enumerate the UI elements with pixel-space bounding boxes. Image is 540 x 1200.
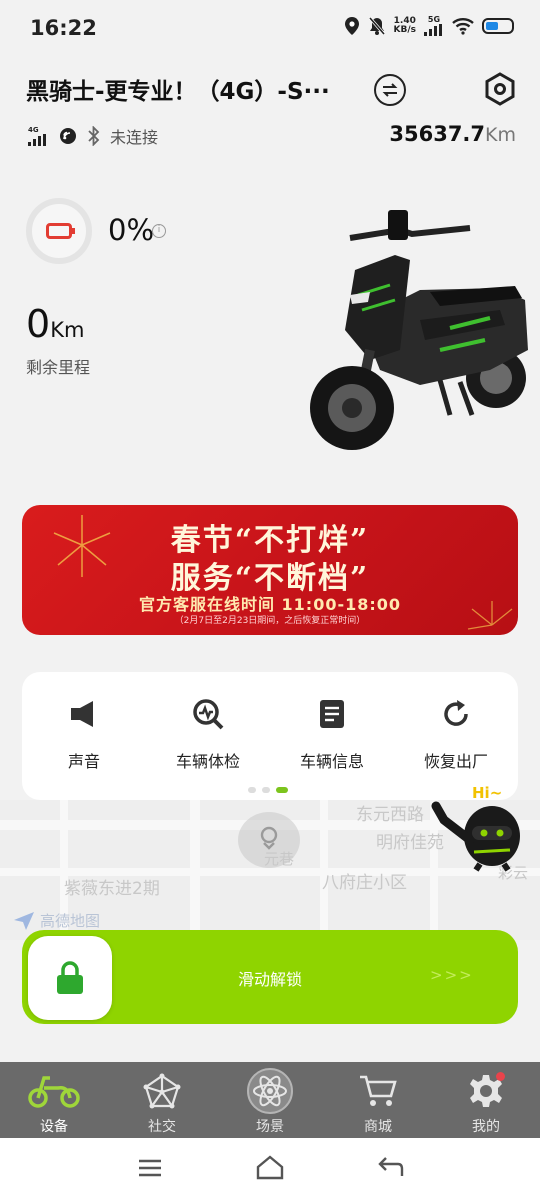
action-label: 恢复出厂 [423, 752, 488, 771]
net-speed: 1.40 KB/s [394, 17, 416, 35]
nav-item-device[interactable]: 设备 [0, 1070, 108, 1136]
nav-item-social[interactable]: 社交 [108, 1070, 216, 1136]
remaining-range: 0Km [26, 302, 84, 346]
switch-device-button[interactable] [374, 74, 406, 106]
unlock-slider-handle[interactable] [28, 936, 112, 1020]
battery-low-icon [46, 223, 75, 239]
phone-battery-icon [482, 18, 514, 34]
slider-arrows: >>> [430, 966, 474, 984]
checkup-icon [193, 699, 224, 730]
bottom-nav: 设备 社交 场景 商城 我的 [0, 1062, 540, 1138]
connection-status: 未连接 [110, 128, 159, 147]
gps-signal-icon [60, 128, 76, 144]
cellular-signal-icon [28, 133, 46, 146]
document-icon [320, 700, 344, 728]
nav-label: 社交 [148, 1119, 176, 1135]
mascot-greeting: Hi~ [472, 784, 502, 802]
page-dot [262, 787, 270, 793]
network-type: 5G [427, 15, 441, 24]
info-icon[interactable]: i [152, 224, 166, 238]
page-indicator [248, 787, 288, 793]
vehicle-settings-button[interactable] [484, 72, 516, 106]
odometer: 35637.7Km [389, 122, 516, 146]
amap-logo-icon [14, 912, 34, 930]
range-value: 0 [26, 302, 51, 346]
map-label-bafu: 八府庄小区 [322, 873, 407, 893]
switch-icon [382, 83, 398, 97]
back-icon[interactable] [378, 1156, 404, 1178]
location-icon [344, 17, 359, 35]
nav-item-mall[interactable]: 商城 [324, 1070, 432, 1136]
cellular-5g: 5G [424, 16, 444, 36]
status-icons: 1.40 KB/s 5G [344, 16, 514, 36]
wifi-icon [452, 18, 474, 35]
range-label: 剩余里程 [26, 358, 91, 377]
map-label-ziwei: 紫薇东进2期 [64, 879, 160, 899]
nav-label: 场景 [256, 1119, 284, 1135]
net-speed-unit: KB/s [393, 25, 416, 35]
scooter-image [310, 210, 528, 450]
menu-icon[interactable] [138, 1158, 162, 1178]
range-unit: Km [50, 318, 85, 342]
promo-banner[interactable]: 春节“不打烊” 服务“不断档” 官方客服在线时间 11:00-18:00 （2月… [22, 505, 518, 635]
nav-item-scene[interactable]: 场景 [216, 1068, 324, 1136]
system-nav-bar [0, 1138, 540, 1200]
map-location-marker[interactable] [238, 812, 300, 868]
action-sound[interactable]: 声音 [22, 696, 146, 772]
action-factory-reset[interactable]: 恢复出厂 [394, 696, 518, 772]
map-attribution: 高德地图 [40, 912, 101, 930]
status-time: 16:22 [30, 16, 97, 40]
scooter-icon [28, 1076, 80, 1108]
restore-icon [444, 700, 468, 726]
battery-percent: 0% [108, 213, 155, 247]
speaker-icon [71, 701, 93, 727]
atom-icon [247, 1068, 293, 1114]
device-title[interactable]: 黑骑士-更专业！（4G）-S··· [26, 72, 366, 106]
map-label-road: 东元西路 [356, 805, 424, 825]
mute-icon [368, 17, 385, 35]
cart-icon [360, 1075, 397, 1106]
page-dot-active [276, 787, 288, 793]
odometer-value: 35637.7 [389, 122, 486, 146]
location-pin-icon [260, 826, 278, 850]
hexagon-settings-icon [485, 72, 515, 106]
page-dot [248, 787, 256, 793]
signal-icon [424, 24, 442, 36]
network-icon [143, 1073, 181, 1109]
banner-note: （2月7日至2月23日期间，之后恢复正常时间） [174, 616, 366, 626]
nav-label: 我的 [472, 1119, 500, 1135]
action-label: 车辆信息 [299, 752, 364, 771]
odometer-unit: Km [485, 124, 516, 146]
cellular-status: 4G [28, 125, 48, 146]
nav-item-mine[interactable]: 我的 [432, 1070, 540, 1136]
lock-icon [57, 961, 83, 994]
battery-gauge [26, 198, 92, 264]
banner-service-hours: 官方客服在线时间 11:00-18:00 [138, 595, 402, 614]
nav-label: 设备 [40, 1119, 68, 1135]
cellular-badge: 4G [28, 125, 39, 134]
mascot-character[interactable]: Hi~ [430, 778, 538, 874]
connection-row: 4G 未连接 [28, 124, 158, 148]
bluetooth-icon [88, 126, 100, 146]
notification-badge [496, 1072, 505, 1081]
action-label: 车辆体检 [175, 752, 240, 771]
action-checkup[interactable]: 车辆体检 [146, 696, 270, 772]
action-vehicle-info[interactable]: 车辆信息 [270, 696, 394, 772]
status-bar: 16:22 1.40 KB/s 5G [0, 0, 540, 56]
nav-label: 商城 [364, 1119, 392, 1135]
action-label: 声音 [67, 752, 100, 771]
home-icon[interactable] [256, 1154, 284, 1180]
